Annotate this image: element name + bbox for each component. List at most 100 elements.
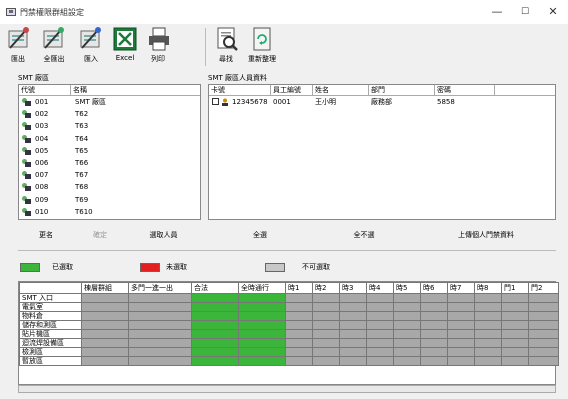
list-item[interactable]: 005 T65: [19, 146, 200, 157]
matrix-cell[interactable]: [312, 302, 340, 312]
matrix-cell[interactable]: [420, 347, 448, 357]
matrix-cell[interactable]: [501, 311, 529, 321]
col-header-password[interactable]: 密碼: [435, 85, 495, 96]
col-header-name[interactable]: 姓名: [313, 85, 369, 96]
matrix-cell[interactable]: [366, 356, 394, 366]
import-button[interactable]: 匯入: [78, 26, 104, 68]
matrix-cell[interactable]: [339, 302, 367, 312]
matrix-cell[interactable]: [339, 311, 367, 321]
matrix-cell[interactable]: [312, 356, 340, 366]
matrix-cell[interactable]: [366, 329, 394, 339]
matrix-cell[interactable]: [285, 338, 313, 348]
list-item[interactable]: 002 T62: [19, 109, 200, 120]
matrix-cell[interactable]: [420, 329, 448, 339]
matrix-cell[interactable]: [528, 293, 559, 303]
matrix-cell[interactable]: [393, 320, 421, 330]
list-item[interactable]: 003 T63: [19, 121, 200, 132]
matrix-cell[interactable]: [366, 293, 394, 303]
matrix-cell[interactable]: [528, 347, 559, 357]
matrix-cell[interactable]: [312, 347, 340, 357]
matrix-cell[interactable]: [128, 311, 192, 321]
list-item[interactable]: 004 T64: [19, 134, 200, 145]
matrix-cell[interactable]: [447, 302, 475, 312]
col-header-empno[interactable]: 員工編號: [271, 85, 313, 96]
matrix-cell[interactable]: [191, 293, 239, 303]
matrix-cell[interactable]: [191, 329, 239, 339]
select-all-button[interactable]: 全選: [208, 225, 312, 245]
matrix-cell[interactable]: [285, 293, 313, 303]
matrix-cell[interactable]: [191, 311, 239, 321]
matrix-cell[interactable]: [238, 293, 286, 303]
minimize-button[interactable]: —: [489, 4, 505, 20]
matrix-cell[interactable]: [366, 347, 394, 357]
matrix-cell[interactable]: [285, 356, 313, 366]
matrix-cell[interactable]: [285, 347, 313, 357]
matrix-cell[interactable]: [447, 329, 475, 339]
matrix-cell[interactable]: [238, 347, 286, 357]
horizontal-scrollbar[interactable]: [18, 385, 556, 393]
matrix-cell[interactable]: [420, 320, 448, 330]
matrix-cell[interactable]: [528, 329, 559, 339]
matrix-cell[interactable]: [128, 302, 192, 312]
matrix-cell[interactable]: [191, 338, 239, 348]
matrix-cell[interactable]: [191, 302, 239, 312]
matrix-cell[interactable]: [285, 311, 313, 321]
close-button[interactable]: ✕: [545, 4, 561, 20]
col-header-dept[interactable]: 部門: [369, 85, 435, 96]
matrix-cell[interactable]: [474, 338, 502, 348]
matrix-cell[interactable]: [339, 320, 367, 330]
matrix-cell[interactable]: [393, 356, 421, 366]
matrix-cell[interactable]: [81, 302, 129, 312]
matrix-cell[interactable]: [238, 356, 286, 366]
matrix-cell[interactable]: [339, 347, 367, 357]
matrix-cell[interactable]: [447, 347, 475, 357]
matrix-cell[interactable]: [420, 293, 448, 303]
list-item[interactable]: 008 T68: [19, 182, 200, 193]
matrix-cell[interactable]: [366, 311, 394, 321]
matrix-cell[interactable]: [501, 347, 529, 357]
matrix-cell[interactable]: [474, 329, 502, 339]
matrix-cell[interactable]: [285, 302, 313, 312]
matrix-cell[interactable]: [238, 320, 286, 330]
matrix-cell[interactable]: [81, 293, 129, 303]
matrix-cell[interactable]: [128, 320, 192, 330]
matrix-cell[interactable]: [128, 293, 192, 303]
matrix-cell[interactable]: [528, 356, 559, 366]
upload-personal-access-button[interactable]: 上傳個人門禁資料: [416, 225, 556, 245]
matrix-cell[interactable]: [447, 356, 475, 366]
matrix-cell[interactable]: [501, 293, 529, 303]
matrix-cell[interactable]: [393, 329, 421, 339]
matrix-cell[interactable]: [191, 347, 239, 357]
matrix-cell[interactable]: [128, 338, 192, 348]
matrix-cell[interactable]: [366, 338, 394, 348]
matrix-cell[interactable]: [81, 311, 129, 321]
matrix-cell[interactable]: [312, 293, 340, 303]
matrix-cell[interactable]: [339, 293, 367, 303]
matrix-cell[interactable]: [501, 329, 529, 339]
export-all-button[interactable]: 全匯出: [34, 26, 74, 68]
matrix-cell[interactable]: [447, 293, 475, 303]
list-item[interactable]: 006 T66: [19, 158, 200, 169]
matrix-cell[interactable]: [312, 338, 340, 348]
matrix-cell[interactable]: [528, 338, 559, 348]
list-item[interactable]: 009 T69: [19, 195, 200, 206]
matrix-cell[interactable]: [393, 311, 421, 321]
col-header-card[interactable]: 卡號: [209, 85, 271, 96]
matrix-cell[interactable]: [339, 338, 367, 348]
matrix-cell[interactable]: [238, 302, 286, 312]
matrix-cell[interactable]: [339, 329, 367, 339]
select-none-button[interactable]: 全不選: [312, 225, 416, 245]
table-row[interactable]: 12345678 0001 王小明 廠務部 5858: [209, 97, 555, 108]
matrix-cell[interactable]: [501, 356, 529, 366]
matrix-cell[interactable]: [128, 329, 192, 339]
matrix-cell[interactable]: [128, 356, 192, 366]
matrix-cell[interactable]: [528, 302, 559, 312]
matrix-cell[interactable]: [420, 311, 448, 321]
matrix-cell[interactable]: [81, 347, 129, 357]
matrix-cell[interactable]: [528, 320, 559, 330]
matrix-cell[interactable]: [474, 320, 502, 330]
matrix-cell[interactable]: [474, 347, 502, 357]
matrix-cell[interactable]: [393, 293, 421, 303]
col-header-name[interactable]: 名稱: [71, 85, 200, 96]
list-item[interactable]: 010 T610: [19, 207, 200, 218]
